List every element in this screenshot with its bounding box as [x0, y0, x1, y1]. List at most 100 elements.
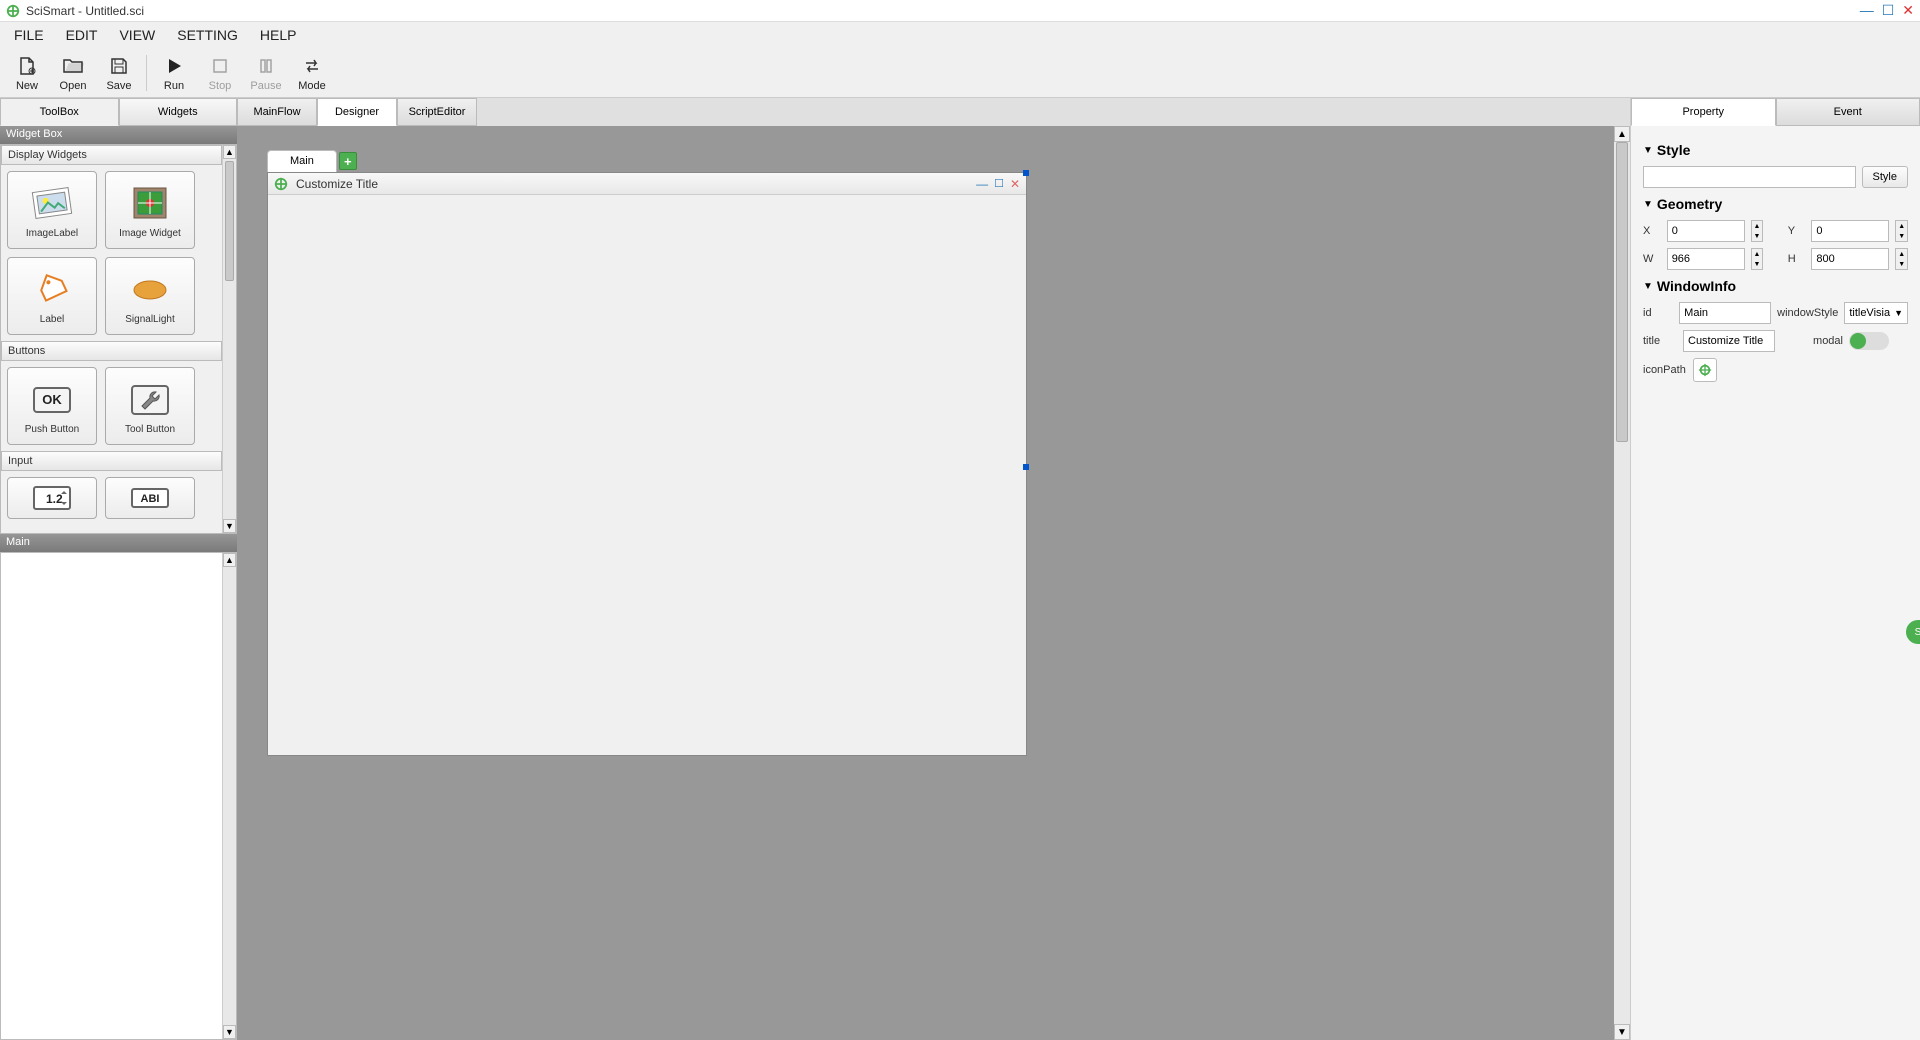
- label-icon: [30, 268, 74, 312]
- menu-file[interactable]: FILE: [4, 25, 54, 45]
- window-controls: — ☐ ✕: [1860, 2, 1914, 19]
- y-spinner[interactable]: ▲▼: [1895, 220, 1908, 242]
- widget-pushbutton[interactable]: OK Push Button: [7, 367, 97, 445]
- category-input[interactable]: Input: [1, 451, 222, 471]
- scroll-down-icon[interactable]: ▼: [1614, 1024, 1630, 1040]
- maximize-icon[interactable]: ☐: [1882, 2, 1895, 19]
- selection-handle-right[interactable]: [1023, 464, 1029, 470]
- scroll-up-icon[interactable]: ▲: [223, 145, 236, 159]
- widgetbox-scroll: Display Widgets ImageLabel Image Widget …: [0, 144, 237, 534]
- hierarchy-tree[interactable]: ▲ ▼: [0, 552, 237, 1040]
- style-button[interactable]: Style: [1862, 166, 1908, 188]
- app-title: SciSmart - Untitled.sci: [26, 4, 144, 18]
- toolbar: New Open Save Run Stop Pause Mode: [0, 48, 1920, 98]
- tab-toolbox[interactable]: ToolBox: [0, 98, 119, 126]
- left-panel: ToolBox Widgets Widget Box Display Widge…: [0, 98, 237, 1040]
- h-input[interactable]: [1811, 248, 1889, 270]
- windowstyle-select[interactable]: titleVisia▼: [1844, 302, 1908, 324]
- svg-text:OK: OK: [42, 392, 62, 407]
- menu-help[interactable]: HELP: [250, 25, 307, 45]
- iconpath-label: iconPath: [1643, 364, 1687, 376]
- tab-event[interactable]: Event: [1776, 98, 1920, 126]
- tab-scripteditor[interactable]: ScriptEditor: [397, 98, 477, 126]
- close-icon[interactable]: ✕: [1902, 2, 1914, 19]
- w-input[interactable]: [1667, 248, 1745, 270]
- w-spinner[interactable]: ▲▼: [1751, 248, 1764, 270]
- menu-setting[interactable]: SETTING: [167, 25, 248, 45]
- add-tab-button[interactable]: +: [339, 152, 357, 170]
- x-spinner[interactable]: ▲▼: [1751, 220, 1764, 242]
- widget-label[interactable]: Label: [7, 257, 97, 335]
- right-tabs: Property Event: [1631, 98, 1920, 126]
- minimize-icon[interactable]: —: [1860, 2, 1874, 19]
- chevron-down-icon: ▼: [1894, 308, 1903, 318]
- scroll-up-icon[interactable]: ▲: [223, 553, 236, 567]
- text-input-icon: ABI: [128, 478, 172, 518]
- win-maximize-icon[interactable]: ☐: [994, 177, 1004, 191]
- menu-edit[interactable]: EDIT: [56, 25, 108, 45]
- widget-imagelabel[interactable]: ImageLabel: [7, 171, 97, 249]
- win-close-icon[interactable]: ✕: [1010, 177, 1020, 191]
- section-windowinfo[interactable]: WindowInfo: [1643, 278, 1908, 294]
- section-style[interactable]: Style: [1643, 142, 1908, 158]
- folder-open-icon: [62, 54, 84, 78]
- mode-button[interactable]: Mode: [289, 49, 335, 97]
- widget-textinput[interactable]: ABI: [105, 477, 195, 519]
- tab-property[interactable]: Property: [1631, 98, 1776, 126]
- window-logo-icon: [274, 177, 288, 191]
- widgetbox-scrollbar[interactable]: ▲ ▼: [222, 145, 236, 533]
- ok-button-icon: OK: [30, 378, 74, 422]
- tab-designer[interactable]: Designer: [317, 98, 397, 126]
- main-layout: ToolBox Widgets Widget Box Display Widge…: [0, 98, 1920, 1040]
- scroll-down-icon[interactable]: ▼: [223, 1025, 236, 1039]
- selection-handle-top-right[interactable]: [1023, 170, 1029, 176]
- image-icon: [30, 182, 74, 226]
- scroll-thumb[interactable]: [225, 161, 234, 281]
- designer-window[interactable]: Customize Title — ☐ ✕: [267, 172, 1027, 756]
- save-button[interactable]: Save: [96, 49, 142, 97]
- tab-widgets[interactable]: Widgets: [119, 98, 238, 126]
- widget-signallight[interactable]: SignalLight: [105, 257, 195, 335]
- win-minimize-icon[interactable]: —: [976, 177, 988, 191]
- widget-toolbutton[interactable]: Tool Button: [105, 367, 195, 445]
- iconpath-button[interactable]: [1693, 358, 1717, 382]
- section-geometry[interactable]: Geometry: [1643, 196, 1908, 212]
- modal-toggle[interactable]: [1849, 332, 1889, 350]
- open-button[interactable]: Open: [50, 49, 96, 97]
- y-input[interactable]: [1811, 220, 1889, 242]
- title-label: title: [1643, 335, 1677, 347]
- id-input[interactable]: [1679, 302, 1771, 324]
- doc-tab-main[interactable]: Main: [267, 150, 337, 172]
- category-display-widgets[interactable]: Display Widgets: [1, 145, 222, 165]
- canvas-area[interactable]: Main + Customize Title — ☐ ✕ ▲: [237, 126, 1630, 1040]
- new-button[interactable]: New: [4, 49, 50, 97]
- w-label: W: [1643, 253, 1661, 265]
- hierarchy-header: Main: [0, 534, 237, 552]
- scroll-down-icon[interactable]: ▼: [223, 519, 236, 533]
- designer-canvas[interactable]: [268, 195, 1026, 755]
- h-label: H: [1788, 253, 1806, 265]
- scroll-thumb[interactable]: [1616, 142, 1628, 442]
- signal-light-icon: [128, 268, 172, 312]
- h-spinnerConsumerRightslushot[interactable]: ▲▼: [1895, 248, 1908, 270]
- scroll-up-icon[interactable]: ▲: [1614, 126, 1630, 142]
- widget-spinbox[interactable]: 1.2: [7, 477, 97, 519]
- designer-window-titlebar[interactable]: Customize Title — ☐ ✕: [268, 173, 1026, 195]
- modal-label: modal: [1781, 335, 1843, 347]
- x-input[interactable]: [1667, 220, 1745, 242]
- hierarchy-scrollbar[interactable]: ▲ ▼: [222, 553, 236, 1039]
- stop-button: Stop: [197, 49, 243, 97]
- x-label: X: [1643, 225, 1661, 237]
- title-input[interactable]: [1683, 330, 1775, 352]
- left-tabs: ToolBox Widgets: [0, 98, 237, 126]
- document-tabs: Main +: [267, 150, 357, 172]
- style-input[interactable]: [1643, 166, 1856, 188]
- widget-imagewidget[interactable]: Image Widget: [105, 171, 195, 249]
- canvas-scrollbar[interactable]: ▲ ▼: [1614, 126, 1630, 1040]
- wrench-icon: [128, 378, 172, 422]
- menu-view[interactable]: VIEW: [109, 25, 165, 45]
- tab-mainflow[interactable]: MainFlow: [237, 98, 317, 126]
- image-widget-icon: [128, 182, 172, 226]
- category-buttons[interactable]: Buttons: [1, 341, 222, 361]
- run-button[interactable]: Run: [151, 49, 197, 97]
